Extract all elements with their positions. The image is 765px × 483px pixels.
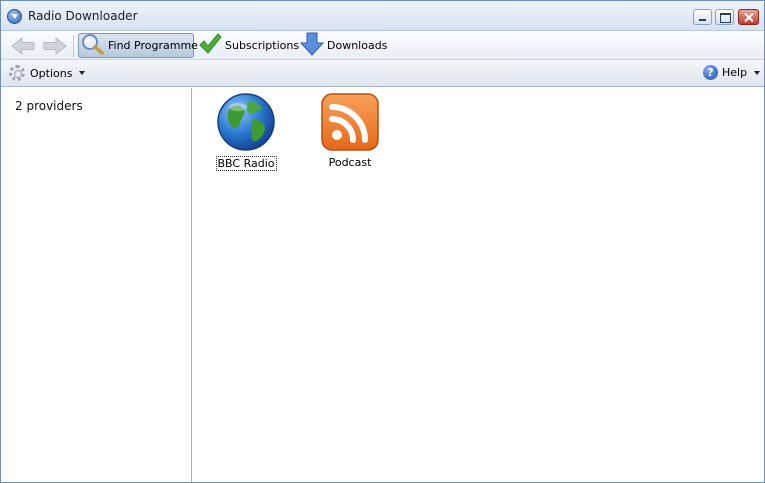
options-bar: Options ? Help [1, 60, 764, 87]
download-arrow-icon [299, 32, 325, 59]
find-programme-label: Find Programme [108, 39, 198, 52]
back-arrow-icon[interactable] [11, 36, 35, 56]
downloads-button[interactable]: Downloads [297, 32, 394, 59]
sidebar: 2 providers [1, 88, 192, 482]
chevron-down-icon [754, 70, 761, 75]
magnifier-icon [81, 33, 105, 58]
help-icon: ? [703, 65, 718, 80]
chevron-down-icon [79, 71, 86, 75]
forward-arrow-icon[interactable] [43, 36, 67, 56]
close-button[interactable] [738, 9, 759, 25]
subscriptions-button[interactable]: Subscriptions [195, 33, 306, 58]
provider-name: Podcast [328, 156, 372, 169]
find-programme-button[interactable]: Find Programme [78, 33, 198, 58]
provider-name: BBC Radio [215, 156, 277, 171]
downloads-label: Downloads [327, 39, 388, 52]
app-download-icon [7, 9, 22, 24]
toolbar-separator [73, 35, 74, 57]
maximize-button[interactable] [715, 9, 734, 25]
help-label: Help [722, 66, 748, 79]
provider-item-podcast[interactable]: Podcast [305, 92, 395, 169]
provider-item-bbc-radio[interactable]: BBC Radio [201, 92, 291, 171]
provider-list: BBC Radio Podcast [193, 88, 764, 482]
checkmark-icon [198, 32, 222, 59]
provider-count: 2 providers [15, 99, 83, 113]
gear-icon [9, 65, 25, 81]
options-label: Options [30, 66, 73, 80]
subscriptions-label: Subscriptions [225, 39, 300, 52]
help-menu-button[interactable]: ? Help [703, 65, 761, 80]
globe-icon [216, 92, 276, 152]
rss-icon [320, 92, 380, 152]
options-menu-button[interactable]: Options [9, 65, 86, 81]
toolbar: Find Programme Subscriptions Downloads [1, 31, 764, 60]
app-window: Radio Downloader Find Programme Subscrip… [0, 0, 765, 483]
minimize-button[interactable] [693, 9, 712, 25]
title-bar[interactable]: Radio Downloader [1, 1, 764, 31]
window-title: Radio Downloader [28, 9, 138, 23]
